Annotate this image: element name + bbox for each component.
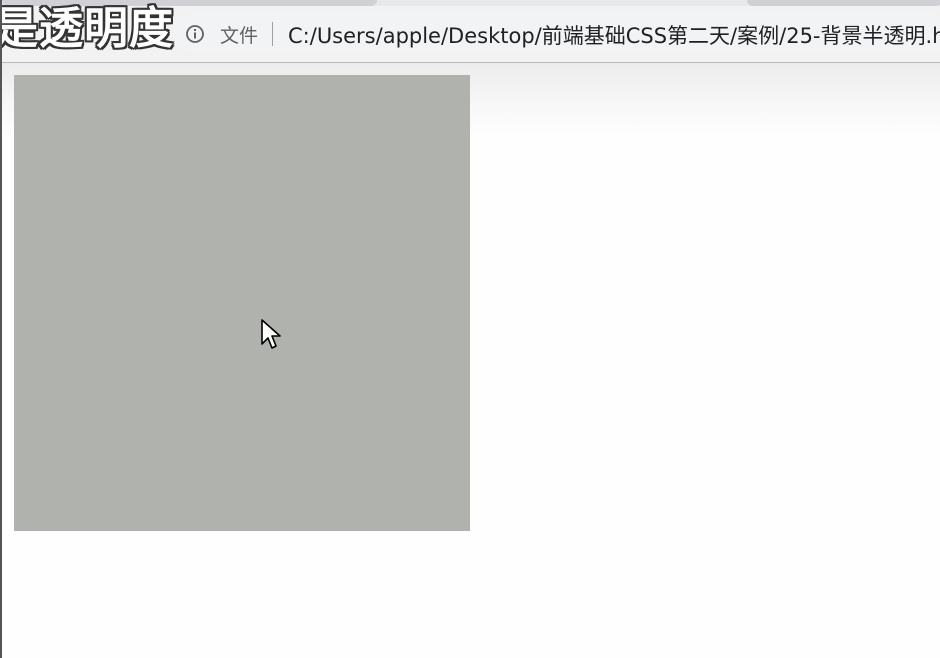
page-content [2,63,940,658]
video-caption: 是透明度 [0,3,174,54]
url-text[interactable]: C:/Users/apple/Desktop/前端基础CSS第二天/案例/25-… [288,20,940,50]
semi-transparent-box [14,75,470,531]
security-label[interactable]: 文件 [220,21,258,48]
address-separator [272,22,273,46]
browser-window: ‹ › 文件 C:/Users/apple/Desktop/前端基础CSS第二天… [0,0,940,658]
info-icon[interactable] [185,24,205,44]
pointer-arrow-icon [261,319,281,349]
